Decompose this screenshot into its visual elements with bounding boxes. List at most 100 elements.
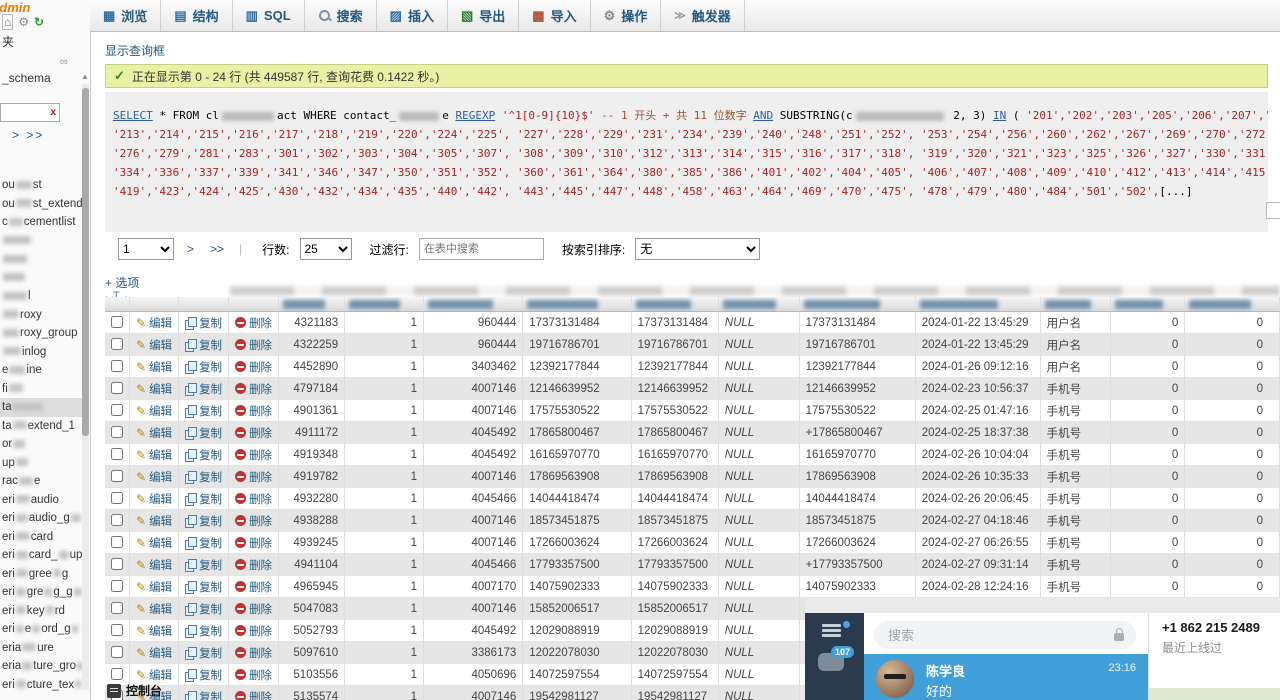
copy-row-link[interactable]: 复制 — [199, 318, 222, 330]
delete-row-link[interactable]: 删除 — [249, 472, 272, 484]
row-checkbox[interactable] — [111, 536, 123, 548]
tab-import[interactable]: ▩导入 — [519, 0, 590, 31]
copy-row-link[interactable]: 复制 — [199, 582, 222, 594]
copy-row-link[interactable]: 复制 — [199, 538, 222, 550]
copy-row-link[interactable]: 复制 — [199, 406, 222, 418]
sidebar-table-item[interactable]: ericard — [0, 528, 82, 547]
copy-row-link[interactable]: 复制 — [199, 626, 222, 638]
row-checkbox[interactable] — [111, 558, 123, 570]
sidebar-table-item[interactable]: fi — [0, 380, 82, 399]
row-checkbox[interactable] — [111, 624, 123, 636]
sidebar-table-item[interactable]: inlog — [0, 343, 82, 362]
row-checkbox[interactable] — [111, 470, 123, 482]
delete-row-link[interactable]: 删除 — [249, 406, 272, 418]
copy-row-link[interactable]: 复制 — [199, 560, 222, 572]
settings-gear-icon[interactable]: ⚙ — [18, 15, 29, 29]
edit-row-link[interactable]: 编辑 — [149, 428, 172, 440]
sidebar-table-item[interactable]: erigreeg — [0, 565, 82, 584]
row-checkbox[interactable] — [111, 580, 123, 592]
row-checkbox[interactable] — [111, 514, 123, 526]
sidebar-table-item[interactable]: ta — [0, 398, 82, 417]
sidebar-table-item[interactable]: roxy — [0, 306, 82, 325]
options-toggle-link[interactable]: + 选项 — [105, 274, 139, 291]
sidebar-table-item[interactable]: up — [0, 454, 82, 473]
chat-list-item[interactable]: 陈学良 23:16 好的 — [864, 654, 1148, 700]
delete-row-link[interactable]: 删除 — [249, 538, 272, 550]
chat-search-input[interactable] — [886, 627, 1114, 644]
scrollbar-fragment[interactable] — [1266, 202, 1280, 219]
page-select[interactable]: 1 — [118, 238, 174, 260]
edit-row-link[interactable]: 编辑 — [149, 670, 172, 682]
sidebar-table-item[interactable]: eriaure — [0, 639, 82, 658]
reload-icon[interactable]: ↻ — [34, 15, 44, 29]
sidebar-table-item[interactable]: roxy_group — [0, 324, 82, 343]
delete-row-link[interactable]: 删除 — [249, 428, 272, 440]
delete-row-link[interactable]: 删除 — [249, 648, 272, 660]
row-checkbox[interactable] — [111, 338, 123, 350]
sidebar-table-item[interactable]: l — [0, 287, 82, 306]
edit-row-link[interactable]: 编辑 — [149, 604, 172, 616]
copy-row-link[interactable]: 复制 — [199, 670, 222, 682]
delete-row-link[interactable]: 删除 — [249, 560, 272, 572]
edit-row-link[interactable]: 编辑 — [149, 560, 172, 572]
sidebar-table-item[interactable]: race — [0, 472, 82, 491]
show-query-box-link[interactable]: 显示查询框 — [105, 42, 165, 59]
row-checkbox[interactable] — [111, 316, 123, 328]
delete-row-link[interactable]: 删除 — [249, 582, 272, 594]
filter-rows-input[interactable] — [419, 238, 544, 260]
sidebar-table-item[interactable]: eriaudio_g — [0, 509, 82, 528]
edit-row-link[interactable]: 编辑 — [149, 538, 172, 550]
row-checkbox[interactable] — [111, 492, 123, 504]
row-checkbox[interactable] — [111, 404, 123, 416]
clear-search-icon[interactable]: x — [50, 107, 59, 118]
home-icon[interactable]: ⌂ — [2, 14, 13, 30]
delete-row-link[interactable]: 删除 — [249, 626, 272, 638]
delete-row-link[interactable]: 删除 — [249, 450, 272, 462]
edit-row-link[interactable]: 编辑 — [149, 340, 172, 352]
scrollbar-thumb[interactable] — [82, 88, 89, 436]
sort-by-index-select[interactable]: 无 — [635, 238, 760, 260]
tab-triggers[interactable]: ≫触发器 — [661, 0, 745, 31]
row-checkbox[interactable] — [111, 602, 123, 614]
copy-row-link[interactable]: 复制 — [199, 648, 222, 660]
sidebar-table-item[interactable]: taextend_1 — [0, 417, 82, 436]
delete-row-link[interactable]: 删除 — [249, 340, 272, 352]
sidebar-scrollbar[interactable] — [82, 84, 89, 690]
sidebar-table-item[interactable]: erigreg_g — [0, 583, 82, 602]
row-checkbox[interactable] — [111, 426, 123, 438]
tab-insert[interactable]: ▨插入 — [377, 0, 448, 31]
edit-row-link[interactable]: 编辑 — [149, 516, 172, 528]
edit-row-link[interactable]: 编辑 — [149, 494, 172, 506]
sidebar-pager-last[interactable]: >> — [26, 128, 44, 142]
row-checkbox[interactable] — [111, 646, 123, 658]
delete-row-link[interactable]: 删除 — [249, 604, 272, 616]
row-checkbox[interactable] — [111, 448, 123, 460]
lock-icon[interactable] — [1114, 633, 1124, 641]
sidebar-table-item[interactable]: ericard_up — [0, 546, 82, 565]
copy-row-link[interactable]: 复制 — [199, 384, 222, 396]
copy-row-link[interactable]: 复制 — [199, 494, 222, 506]
sidebar-table-item[interactable]: erieord_g — [0, 620, 82, 639]
sidebar-table-item[interactable]: ccementlist — [0, 213, 82, 232]
copy-row-link[interactable]: 复制 — [199, 340, 222, 352]
copy-row-link[interactable]: 复制 — [199, 516, 222, 528]
delete-row-link[interactable]: 删除 — [249, 318, 272, 330]
sidebar-table-item[interactable] — [0, 269, 82, 288]
chat-search-box[interactable] — [874, 621, 1136, 649]
delete-row-link[interactable]: 删除 — [249, 670, 272, 682]
delete-row-link[interactable]: 删除 — [249, 362, 272, 374]
row-checkbox[interactable] — [111, 668, 123, 680]
tab-structure[interactable]: ▤结构 — [161, 0, 232, 31]
tab-export[interactable]: ▧导出 — [448, 0, 519, 31]
copy-row-link[interactable]: 复制 — [199, 472, 222, 484]
sidebar-table-item[interactable] — [0, 250, 82, 269]
sidebar-table-item[interactable]: ericture_tex — [0, 676, 82, 695]
sidebar-table-item[interactable]: eriature_gro — [0, 657, 82, 676]
sidebar-table-item[interactable]: eine — [0, 361, 82, 380]
copy-row-link[interactable]: 复制 — [199, 692, 222, 700]
copy-row-link[interactable]: 复制 — [199, 428, 222, 440]
edit-row-link[interactable]: 编辑 — [149, 626, 172, 638]
tab-browse[interactable]: ▦浏览 — [90, 0, 161, 31]
sidebar-pager-next[interactable]: > — [12, 128, 21, 142]
scroll-up-arrow-icon[interactable]: ▲ — [81, 72, 89, 81]
